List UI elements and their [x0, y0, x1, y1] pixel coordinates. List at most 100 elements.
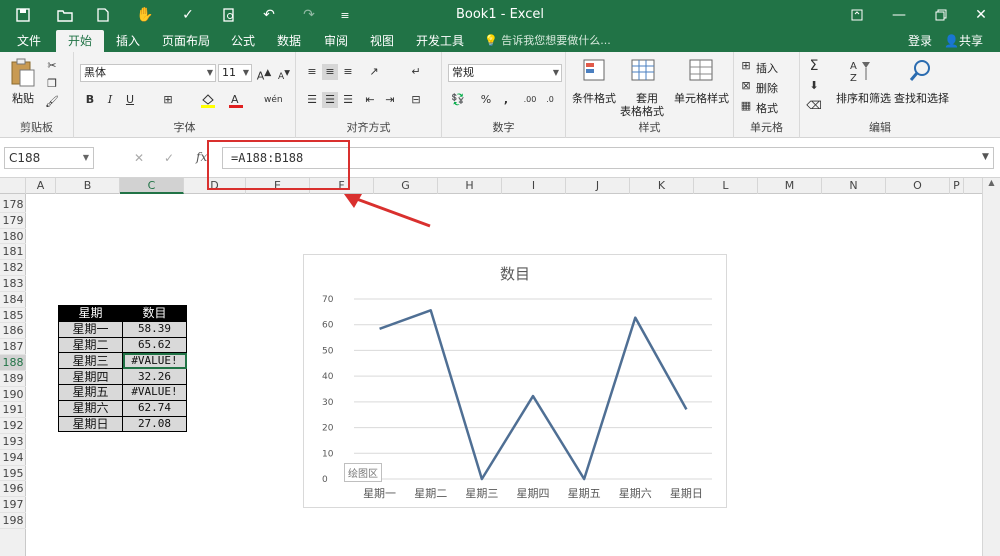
align-top-icon[interactable]: ≡ — [304, 64, 320, 80]
column-header-m[interactable]: M — [758, 178, 822, 194]
paste-button[interactable]: 粘贴 — [12, 90, 34, 106]
data-point[interactable] — [633, 316, 637, 320]
format-painter-icon[interactable]: 🖌 — [44, 94, 60, 110]
row-header-185[interactable]: 185 — [0, 308, 26, 324]
conditional-format-button[interactable]: 条件格式 — [572, 90, 616, 106]
decrease-decimal-icon[interactable]: .0 — [542, 92, 558, 108]
select-all-corner[interactable] — [0, 178, 26, 194]
font-color-icon[interactable]: A — [228, 92, 244, 108]
weekday-cell[interactable]: 星期三 — [58, 352, 123, 370]
row-header-179[interactable]: 179 — [0, 213, 26, 229]
align-center-icon[interactable]: ☰ — [322, 92, 338, 108]
row-header-197[interactable]: 197 — [0, 497, 26, 513]
weekday-cell[interactable]: 星期六 — [58, 399, 123, 417]
ribbon-display-options-icon[interactable] — [842, 4, 872, 26]
underline-icon[interactable]: U — [122, 92, 138, 108]
format-cells-icon[interactable]: ▦ — [738, 98, 754, 114]
font-name-select[interactable]: 黑体 ▼ — [80, 64, 216, 82]
column-header-h[interactable]: H — [438, 178, 502, 194]
align-middle-icon[interactable]: ≡ — [322, 64, 338, 80]
increase-font-icon[interactable]: A▲ — [256, 65, 272, 83]
row-header-178[interactable]: 178 — [0, 197, 26, 213]
header-weekday[interactable]: 星期 — [58, 305, 123, 322]
row-header-191[interactable]: 191 — [0, 402, 26, 419]
count-cell[interactable]: 27.08 — [122, 415, 187, 433]
merge-center-icon[interactable]: ⊟ — [408, 92, 424, 108]
data-point[interactable] — [429, 308, 433, 312]
orientation-icon[interactable]: ↗ — [366, 64, 382, 80]
weekday-cell[interactable]: 星期二 — [58, 336, 123, 354]
column-header-a[interactable]: A — [26, 178, 56, 194]
row-header-192[interactable]: 192 — [0, 418, 26, 434]
format-as-table-icon[interactable] — [630, 58, 656, 84]
weekday-cell[interactable]: 星期日 — [58, 415, 123, 433]
column-header-o[interactable]: O — [886, 178, 950, 194]
row-header-181[interactable]: 181 — [0, 244, 26, 261]
tab-data[interactable]: 数据 — [275, 30, 303, 52]
row-header-190[interactable]: 190 — [0, 387, 26, 403]
row-header-186[interactable]: 186 — [0, 323, 26, 340]
line-chart[interactable]: 数目 0 10 20 30 40 50 60 70 星期一 星期二 星期三 星期四 星期五 星期六 星期日 … — [303, 254, 727, 508]
comma-style-icon[interactable]: , — [498, 92, 514, 108]
cell-styles-button[interactable]: 单元格样式 — [674, 90, 729, 106]
conditional-format-icon[interactable] — [582, 58, 608, 84]
bold-icon[interactable]: B — [82, 92, 98, 108]
tab-formulas[interactable]: 公式 — [229, 30, 257, 52]
column-header-c[interactable]: C — [120, 178, 184, 194]
scroll-up-icon[interactable]: ▲ — [983, 178, 1000, 187]
align-bottom-icon[interactable]: ≡ — [340, 64, 356, 80]
increase-decimal-icon[interactable]: .00 — [522, 92, 538, 108]
tab-home[interactable]: 开始 — [56, 30, 105, 52]
row-header-189[interactable]: 189 — [0, 371, 26, 387]
column-header-j[interactable]: J — [566, 178, 630, 194]
insert-cells-button[interactable]: 插入 — [756, 60, 778, 76]
cut-icon[interactable]: ✂ — [44, 58, 60, 74]
weekday-cell[interactable]: 星期四 — [58, 368, 123, 385]
column-header-p[interactable]: P — [950, 178, 964, 194]
font-size-select[interactable]: 11 ▼ — [218, 64, 252, 82]
minimize-icon[interactable]: — — [884, 4, 914, 26]
number-format-select[interactable]: 常规 ▼ — [448, 64, 562, 82]
tell-me-box[interactable]: 💡 告诉我您想要做什么... — [484, 30, 611, 52]
fill-color-icon[interactable] — [200, 92, 216, 108]
increase-indent-icon[interactable]: ⇥ — [382, 92, 398, 108]
decrease-indent-icon[interactable]: ⇤ — [362, 92, 378, 108]
count-cell[interactable]: 58.39 — [122, 320, 187, 338]
maximize-icon[interactable] — [926, 4, 956, 26]
row-header-180[interactable]: 180 — [0, 229, 26, 245]
data-point[interactable] — [378, 327, 382, 331]
accounting-format-icon[interactable]: 💱 — [450, 92, 466, 108]
count-cell[interactable]: 32.26 — [122, 368, 187, 385]
count-cell[interactable]: 65.62 — [122, 336, 187, 354]
italic-icon[interactable]: I — [102, 92, 118, 108]
data-point[interactable] — [531, 394, 535, 398]
row-header-184[interactable]: 184 — [0, 292, 26, 308]
count-cell[interactable]: #VALUE! — [122, 383, 187, 401]
tab-developer[interactable]: 开发工具 — [414, 30, 466, 52]
autosum-icon[interactable]: Σ — [806, 58, 822, 74]
login-link[interactable]: 登录 — [908, 30, 932, 52]
column-header-k[interactable]: K — [630, 178, 694, 194]
row-header-194[interactable]: 194 — [0, 450, 26, 466]
phonetic-icon[interactable]: wén — [264, 92, 283, 108]
tab-page-layout[interactable]: 页面布局 — [160, 30, 212, 52]
cell-styles-icon[interactable] — [688, 58, 714, 84]
data-point[interactable] — [582, 477, 586, 481]
tab-file[interactable]: 文件 — [15, 30, 43, 52]
cancel-icon[interactable]: ✕ — [134, 151, 144, 165]
align-left-icon[interactable]: ☰ — [304, 92, 320, 108]
column-header-i[interactable]: I — [502, 178, 566, 194]
row-header-182[interactable]: 182 — [0, 260, 26, 276]
row-header-183[interactable]: 183 — [0, 276, 26, 292]
expand-formula-icon[interactable]: ▼ — [982, 152, 989, 162]
delete-cells-button[interactable]: 删除 — [756, 80, 778, 96]
enter-icon[interactable]: ✓ — [164, 151, 174, 165]
copy-icon[interactable]: ❐ — [44, 76, 60, 92]
percent-icon[interactable]: % — [478, 92, 494, 108]
insert-cells-icon[interactable]: ⊞ — [738, 58, 754, 74]
share-button[interactable]: 👤共享 — [944, 30, 983, 52]
insert-function-icon[interactable]: fx — [196, 150, 207, 164]
tab-review[interactable]: 审阅 — [322, 30, 350, 52]
close-icon[interactable]: ✕ — [966, 4, 996, 26]
header-count[interactable]: 数目 — [122, 305, 187, 322]
